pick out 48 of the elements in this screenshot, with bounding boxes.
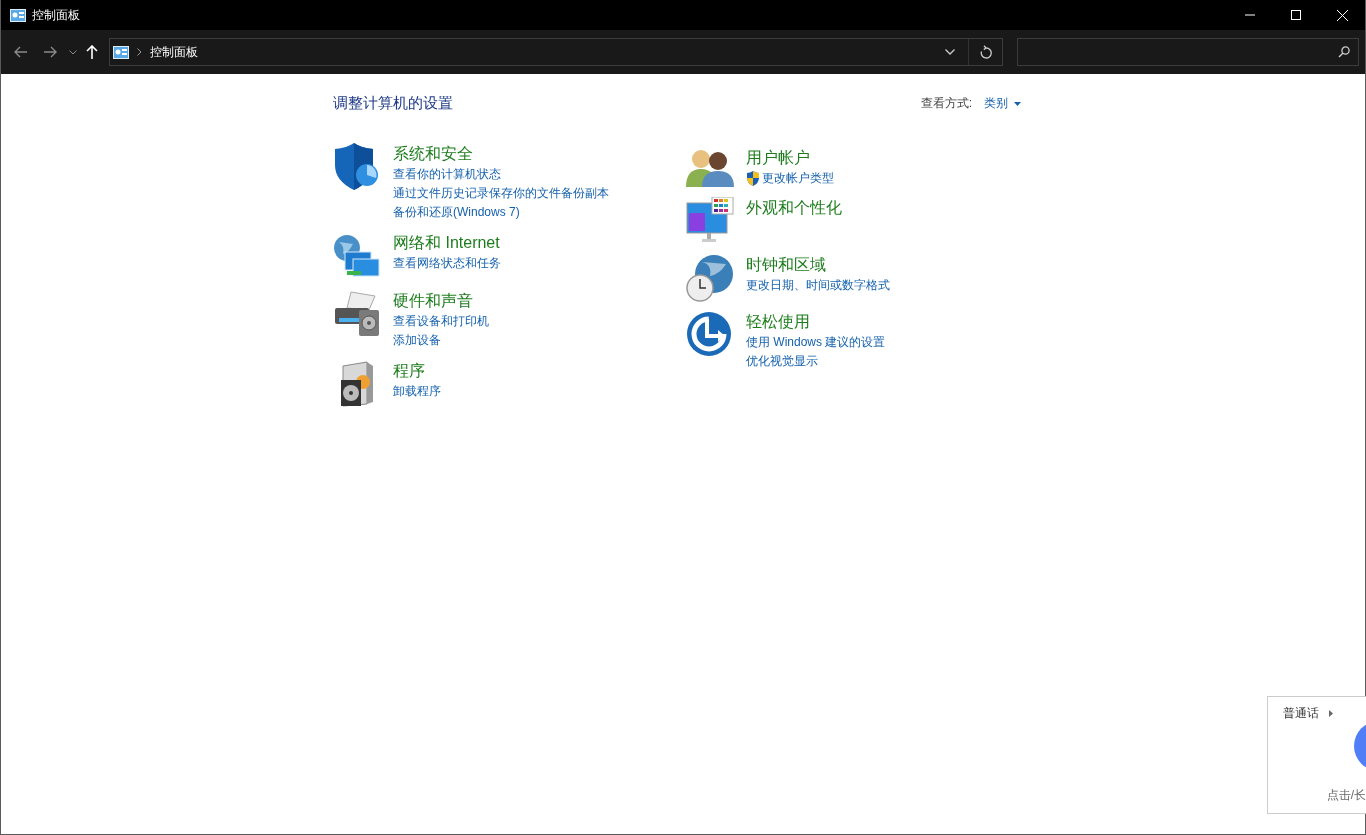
arrow-up-icon [86, 45, 98, 59]
shield-icon [333, 143, 379, 191]
task-link[interactable]: 查看你的计算机状态 [393, 165, 501, 184]
two-people-icon [686, 147, 734, 187]
voice-hint-text: 点击/长 [1326, 787, 1366, 804]
task-link[interactable]: 使用 Windows 建议的设置 [746, 333, 886, 352]
task-link[interactable]: 添加设备 [393, 331, 441, 350]
refresh-icon [979, 45, 992, 59]
control-panel-icon [113, 45, 129, 59]
dropdown-arrow-icon [1014, 101, 1021, 106]
task-link[interactable]: 更改帐户类型 [762, 169, 834, 188]
category-title-link[interactable]: 时钟和区域 [746, 254, 826, 276]
triangle-right-icon [1329, 710, 1333, 717]
printer-speaker-icon [333, 290, 381, 338]
close-icon [1336, 9, 1348, 21]
task-link[interactable]: 查看设备和打印机 [393, 312, 489, 331]
search-icon [1338, 46, 1350, 58]
chevron-down-icon [945, 49, 955, 55]
task-link[interactable]: 更改日期、时间或数字格式 [746, 276, 890, 295]
breadcrumb-item[interactable]: 控制面板 [150, 43, 198, 61]
globe-clock-icon [686, 254, 734, 302]
category-title-link[interactable]: 外观和个性化 [746, 197, 842, 219]
page-heading: 调整计算机的设置 [333, 94, 453, 113]
chevron-down-icon [69, 49, 77, 55]
category-title-link[interactable]: 程序 [393, 360, 425, 382]
search-field[interactable] [1017, 38, 1359, 66]
language-selector[interactable]: 普通话 [1283, 705, 1333, 722]
view-by-dropdown[interactable]: 类别 [984, 95, 1021, 112]
category-title-link[interactable]: 系统和安全 [393, 143, 473, 165]
maximize-icon [1291, 10, 1301, 20]
chevron-right-icon [137, 48, 142, 56]
control-panel-icon [10, 8, 26, 22]
category-title-link[interactable]: 轻松使用 [746, 311, 810, 333]
task-link[interactable]: 备份和还原(Windows 7) [393, 203, 520, 222]
task-link[interactable]: 查看网络状态和任务 [393, 254, 501, 273]
task-link[interactable]: 卸载程序 [393, 382, 441, 401]
globe-computers-icon [333, 232, 381, 280]
category-title-link[interactable]: 硬件和声音 [393, 290, 473, 312]
category-title-link[interactable]: 用户帐户 [746, 147, 810, 169]
category-title-link[interactable]: 网络和 Internet [393, 232, 500, 254]
monitor-palette-icon [686, 197, 734, 245]
arrow-left-icon [14, 46, 28, 58]
view-by-label: 查看方式: [920, 95, 972, 112]
task-link[interactable]: 通过文件历史记录保存你的文件备份副本 [393, 184, 609, 203]
task-link[interactable]: 优化视觉显示 [746, 352, 818, 371]
arrow-right-icon [43, 46, 57, 58]
address-bar[interactable]: 控制面板 [109, 38, 1003, 66]
window-title: 控制面板 [32, 6, 81, 24]
